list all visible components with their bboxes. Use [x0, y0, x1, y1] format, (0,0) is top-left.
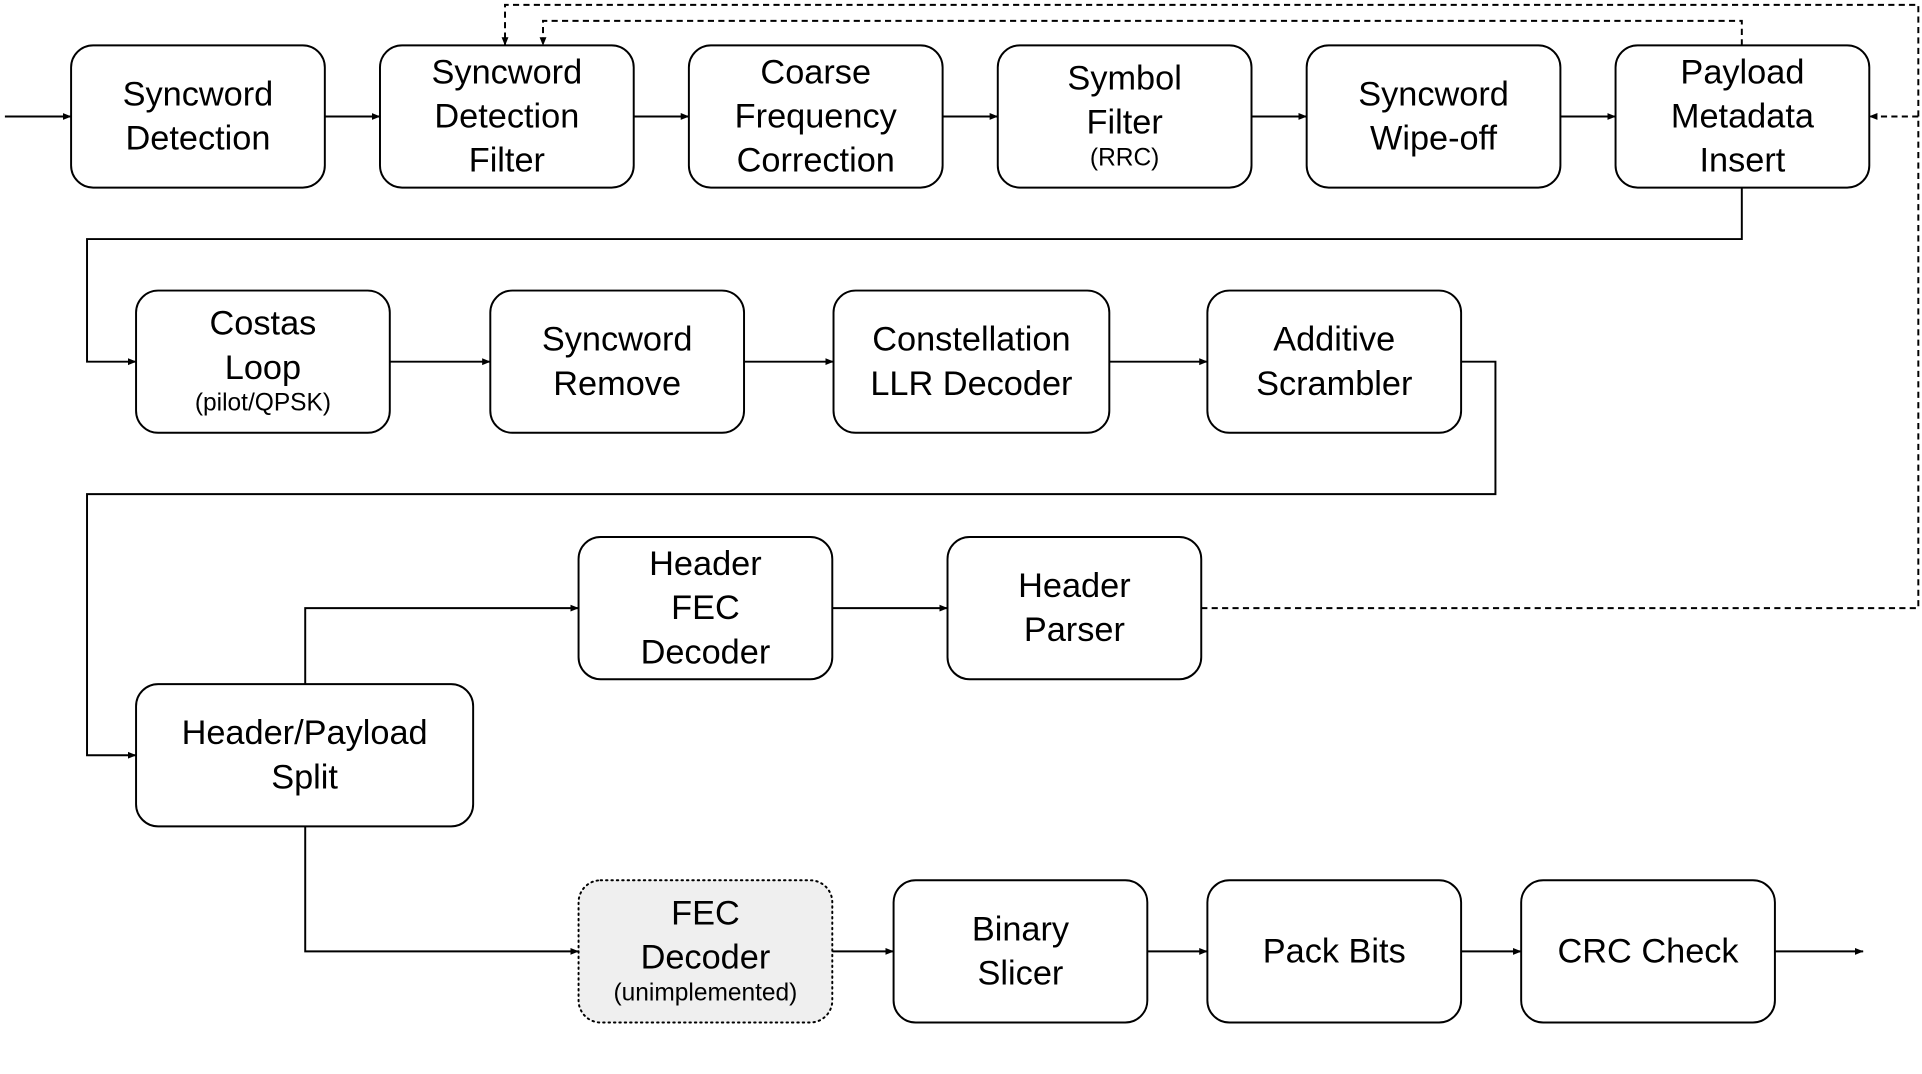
block-label: Coarse	[760, 53, 871, 91]
block-header-payload-split: Header/Payload Split	[135, 683, 475, 828]
block-label: Additive	[1273, 321, 1395, 359]
block-label: Header	[649, 545, 762, 583]
block-sublabel: (pilot/QPSK)	[195, 390, 331, 417]
block-label: FEC	[671, 589, 740, 627]
block-label: Syncword	[123, 75, 274, 113]
block-label: Pack Bits	[1263, 932, 1406, 970]
block-label: Binary	[972, 910, 1070, 948]
block-label: Decoder	[641, 939, 771, 977]
block-label: Wipe-off	[1370, 120, 1498, 158]
block-symbol-filter: Symbol Filter (RRC)	[996, 44, 1253, 189]
block-label: Constellation	[872, 321, 1070, 359]
block-crc-check: CRC Check	[1520, 879, 1776, 1024]
block-label: Insert	[1700, 142, 1786, 180]
block-header-fec-decoder: Header FEC Decoder	[577, 536, 834, 681]
block-label: Syncword	[542, 321, 693, 359]
block-label: Detection	[434, 98, 579, 136]
block-label: Detection	[125, 120, 270, 158]
connector-header-payload-split-to-fec-decoder	[304, 826, 579, 955]
connector-payload-metadata-insert-to-syncword-detection-filter	[539, 19, 1743, 46]
block-label: Syncword	[1358, 75, 1509, 113]
block-binary-slicer: Binary Slicer	[892, 879, 1149, 1024]
connector-header-payload-split-to-header-fec-decoder	[304, 604, 579, 685]
block-label: Correction	[737, 142, 895, 180]
block-coarse-frequency-correction: Coarse Frequency Correction	[687, 44, 944, 189]
block-constellation-llr-decoder: Constellation LLR Decoder	[832, 289, 1111, 434]
block-box	[489, 289, 746, 434]
block-box	[1305, 44, 1562, 189]
blocks: Syncword Detection Syncword Detection Filter…	[70, 44, 1871, 1024]
block-label: Syncword	[432, 53, 583, 91]
block-label: Frequency	[735, 98, 898, 136]
block-syncword-detection-filter: Syncword Detection Filter	[379, 44, 635, 189]
block-sublabel: (RRC)	[1090, 145, 1159, 172]
block-box	[1206, 289, 1463, 434]
block-label: Split	[271, 758, 338, 796]
block-sublabel: (unimplemented)	[614, 979, 798, 1006]
block-box	[135, 683, 475, 828]
block-label: Filter	[469, 142, 545, 180]
block-label: Decoder	[641, 633, 771, 671]
block-syncword-wipe-off: Syncword Wipe-off	[1305, 44, 1562, 189]
block-label: Parser	[1024, 611, 1125, 649]
block-label: LLR Decoder	[870, 365, 1072, 403]
block-label: Symbol	[1067, 59, 1181, 97]
block-label: Filter	[1087, 104, 1163, 142]
block-syncword-remove: Syncword Remove	[489, 289, 746, 434]
block-label: CRC Check	[1557, 932, 1739, 970]
flow-diagram: Syncword Detection Syncword Detection Filter…	[4, 3, 1920, 1024]
block-box	[946, 536, 1203, 681]
block-box	[70, 44, 326, 189]
block-box	[892, 879, 1149, 1024]
block-label: Payload	[1680, 53, 1804, 91]
block-fec-decoder: FEC Decoder(unimplemented)	[577, 879, 834, 1024]
block-label: Metadata	[1671, 98, 1815, 136]
block-label: FEC	[671, 894, 740, 932]
block-payload-metadata-insert: Payload Metadata Insert	[1614, 44, 1871, 189]
block-label: Costas	[210, 305, 317, 343]
block-label: Header	[1018, 567, 1131, 605]
block-pack-bits: Pack Bits	[1206, 879, 1463, 1024]
block-label: Header/Payload	[182, 714, 428, 752]
block-additive-scrambler: Additive Scrambler	[1206, 289, 1463, 434]
block-box	[832, 289, 1111, 434]
block-label: Remove	[553, 365, 681, 403]
block-header-parser: Header Parser	[946, 536, 1203, 681]
block-costas-loop: Costas Loop (pilot/QPSK)	[135, 289, 391, 434]
block-label: Scrambler	[1256, 365, 1412, 403]
block-label: Slicer	[978, 954, 1064, 992]
block-syncword-detection: Syncword Detection	[70, 44, 326, 189]
block-label: Loop	[225, 349, 301, 387]
